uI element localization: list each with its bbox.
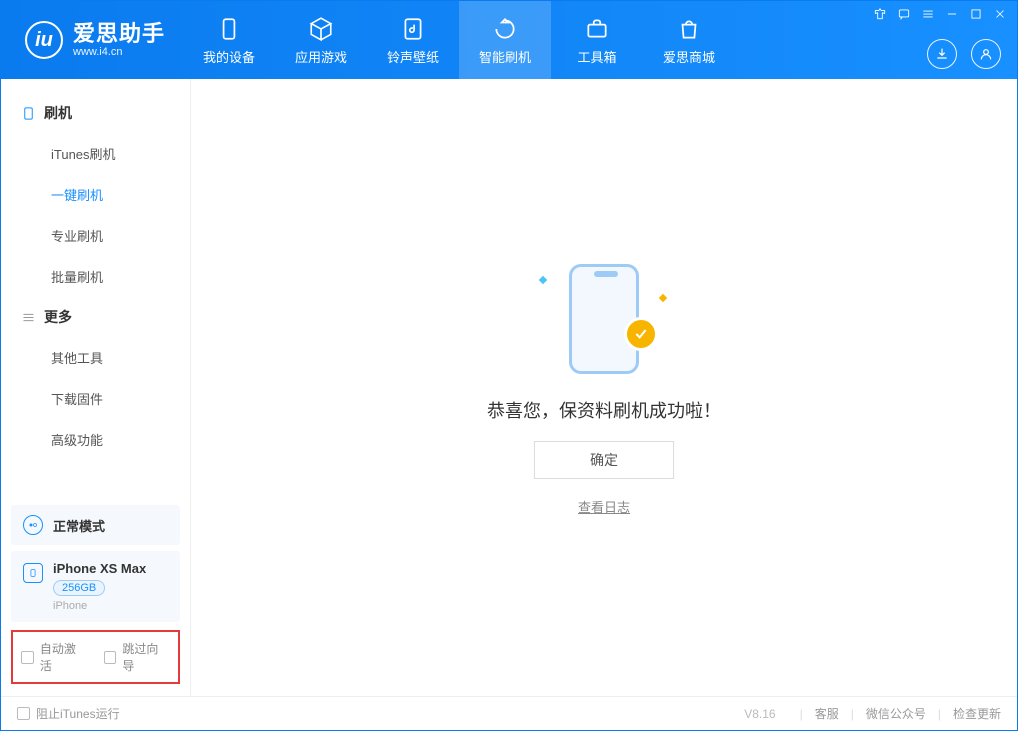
main-content: 恭喜您，保资料刷机成功啦！ 确定 查看日志	[191, 79, 1017, 696]
nav-tab-apps[interactable]: 应用游戏	[275, 1, 367, 79]
download-icon[interactable]	[927, 39, 957, 69]
logo-icon: iu	[25, 21, 63, 59]
body: 刷机 iTunes刷机 一键刷机 专业刷机 批量刷机 更多 其他工具 下载固件 …	[1, 79, 1017, 696]
feedback-icon[interactable]	[897, 7, 911, 21]
cube-icon	[307, 15, 335, 43]
ok-button[interactable]: 确定	[534, 441, 674, 479]
nav-tab-mall[interactable]: 爱思商城	[643, 1, 735, 79]
list-icon	[21, 310, 36, 325]
titlebar-controls	[873, 7, 1007, 21]
nav-tab-ringtones[interactable]: 铃声壁纸	[367, 1, 459, 79]
checkbox-label: 阻止iTunes运行	[36, 705, 120, 722]
device-small-icon	[23, 563, 43, 583]
app-subtitle: www.i4.cn	[73, 46, 165, 58]
nav-tab-device[interactable]: 我的设备	[183, 1, 275, 79]
phone-outline-icon	[21, 106, 36, 121]
skin-icon[interactable]	[873, 7, 887, 21]
sidebar-item-other-tools[interactable]: 其他工具	[1, 337, 190, 378]
sidebar-group-flash: 刷机	[1, 93, 190, 133]
header: iu 爱思助手 www.i4.cn 我的设备 应用游戏 铃声壁纸 智能刷机	[1, 1, 1017, 79]
version-label: V8.16	[744, 707, 775, 721]
sidebar-item-download-firmware[interactable]: 下载固件	[1, 378, 190, 419]
check-badge-icon	[624, 317, 658, 351]
device-card[interactable]: iPhone XS Max 256GB iPhone	[11, 551, 180, 622]
footer-link-update[interactable]: 检查更新	[953, 705, 1001, 722]
nav-label: 智能刷机	[479, 47, 531, 66]
mode-label: 正常模式	[53, 516, 105, 535]
phone-illustration	[569, 264, 639, 374]
device-capacity: 256GB	[53, 580, 105, 596]
sidebar-item-itunes-flash[interactable]: iTunes刷机	[1, 133, 190, 174]
footer-link-wechat[interactable]: 微信公众号	[866, 705, 926, 722]
checkbox-label: 自动激活	[40, 640, 88, 674]
sparkle-icon	[659, 294, 667, 302]
device-icon	[215, 15, 243, 43]
device-type: iPhone	[53, 600, 146, 612]
footer-right: V8.16 | 客服 | 微信公众号 | 检查更新	[744, 705, 1001, 722]
app-title: 爱思助手	[73, 22, 165, 46]
music-icon	[399, 15, 427, 43]
view-log-link[interactable]: 查看日志	[578, 497, 630, 516]
logo-text: 爱思助手 www.i4.cn	[73, 22, 165, 58]
nav-label: 工具箱	[578, 47, 617, 66]
checkbox-block-itunes[interactable]: 阻止iTunes运行	[17, 705, 120, 722]
nav-label: 爱思商城	[663, 47, 715, 66]
footer: 阻止iTunes运行 V8.16 | 客服 | 微信公众号 | 检查更新	[1, 696, 1017, 730]
sidebar-scroll: 刷机 iTunes刷机 一键刷机 专业刷机 批量刷机 更多 其他工具 下载固件 …	[1, 79, 190, 499]
checkbox-label: 跳过向导	[122, 640, 170, 674]
nav-label: 应用游戏	[295, 47, 347, 66]
sidebar-device-box: 正常模式 iPhone XS Max 256GB iPhone 自动激活	[1, 499, 190, 696]
logo-area: iu 爱思助手 www.i4.cn	[1, 1, 183, 79]
sidebar-item-pro-flash[interactable]: 专业刷机	[1, 215, 190, 256]
user-icon[interactable]	[971, 39, 1001, 69]
close-icon[interactable]	[993, 7, 1007, 21]
checkbox-auto-activate[interactable]: 自动激活	[21, 640, 88, 674]
refresh-icon	[491, 15, 519, 43]
minimize-icon[interactable]	[945, 7, 959, 21]
sidebar: 刷机 iTunes刷机 一键刷机 专业刷机 批量刷机 更多 其他工具 下载固件 …	[1, 79, 191, 696]
success-message: 恭喜您，保资料刷机成功啦！	[487, 397, 721, 423]
maximize-icon[interactable]	[969, 7, 983, 21]
footer-link-support[interactable]: 客服	[815, 705, 839, 722]
nav-label: 我的设备	[203, 47, 255, 66]
nav-label: 铃声壁纸	[387, 47, 439, 66]
nav-tab-flash[interactable]: 智能刷机	[459, 1, 551, 79]
device-name: iPhone XS Max	[53, 561, 146, 576]
mode-icon	[23, 515, 43, 535]
checkbox-box	[17, 707, 30, 720]
group-title: 刷机	[44, 103, 72, 123]
sidebar-item-batch-flash[interactable]: 批量刷机	[1, 256, 190, 297]
success-illustration	[544, 259, 664, 379]
toolbox-icon	[583, 15, 611, 43]
sidebar-options-highlight: 自动激活 跳过向导	[11, 630, 180, 684]
sparkle-icon	[539, 276, 547, 284]
checkbox-box	[21, 651, 34, 664]
sidebar-item-onekey-flash[interactable]: 一键刷机	[1, 174, 190, 215]
nav-tab-toolbox[interactable]: 工具箱	[551, 1, 643, 79]
group-title: 更多	[44, 307, 72, 327]
sidebar-group-more: 更多	[1, 297, 190, 337]
header-actions	[927, 39, 1001, 69]
mode-card[interactable]: 正常模式	[11, 505, 180, 545]
app-window: iu 爱思助手 www.i4.cn 我的设备 应用游戏 铃声壁纸 智能刷机	[0, 0, 1018, 731]
sidebar-item-advanced[interactable]: 高级功能	[1, 419, 190, 460]
menu-icon[interactable]	[921, 7, 935, 21]
nav-tabs: 我的设备 应用游戏 铃声壁纸 智能刷机 工具箱 爱思商城	[183, 1, 735, 79]
checkbox-box	[104, 651, 117, 664]
checkbox-skip-guide[interactable]: 跳过向导	[104, 640, 171, 674]
bag-icon	[675, 15, 703, 43]
